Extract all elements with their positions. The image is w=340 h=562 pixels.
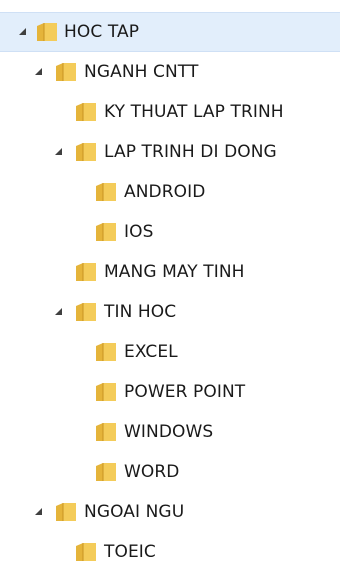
folder-icon [73,540,99,562]
tree-item-ngoai-ngu[interactable]: NGOAI NGU [0,492,340,532]
tree-item-label: POWER POINT [124,382,246,402]
tree-item-label: TOEIC [104,542,156,562]
folder-icon [73,140,99,164]
tree-item-excel[interactable]: EXCEL [0,332,340,372]
tree-item-label: EXCEL [124,342,178,362]
tree-item-label: NGANH CNTT [84,62,199,82]
tree-item-toeic[interactable]: TOEIC [0,532,340,562]
tree-item-hoc-tap[interactable]: HOC TAP [0,12,340,52]
folder-icon [34,20,60,44]
collapse-triangle-icon[interactable] [53,146,65,158]
tree-item-lap-trinh-di-dong[interactable]: LAP TRINH DI DONG [0,132,340,172]
tree-item-word[interactable]: WORD [0,452,340,492]
folder-icon [73,300,99,324]
tree-item-label: HOC TAP [64,22,140,42]
tree-item-power-point[interactable]: POWER POINT [0,372,340,412]
tree-item-android[interactable]: ANDROID [0,172,340,212]
tree-item-ios[interactable]: IOS [0,212,340,252]
folder-icon [93,220,119,244]
tree-item-ky-thuat-lap-trinh[interactable]: KY THUAT LAP TRINH [0,92,340,132]
folder-icon [73,100,99,124]
tree-item-label: ANDROID [124,182,206,202]
folder-icon [53,60,79,84]
tree-item-tin-hoc[interactable]: TIN HOC [0,292,340,332]
collapse-triangle-icon[interactable] [33,66,45,78]
tree-item-windows[interactable]: WINDOWS [0,412,340,452]
tree-item-label: WINDOWS [124,422,214,442]
folder-icon [93,180,119,204]
tree-item-nganh-cntt[interactable]: NGANH CNTT [0,52,340,92]
tree-item-label: IOS [124,222,154,242]
folder-icon [93,340,119,364]
folder-icon [53,500,79,524]
tree-item-label: NGOAI NGU [84,502,185,522]
collapse-triangle-icon[interactable] [17,26,29,38]
folder-tree: HOC TAP NGANH CNTT KY THUAT LAP TRINH LA… [0,0,340,562]
folder-icon [73,260,99,284]
tree-item-mang-may-tinh[interactable]: MANG MAY TINH [0,252,340,292]
tree-item-label: LAP TRINH DI DONG [104,142,277,162]
tree-item-label: KY THUAT LAP TRINH [104,102,284,122]
folder-icon [93,380,119,404]
folder-icon [93,420,119,444]
tree-item-label: WORD [124,462,180,482]
folder-icon [93,460,119,484]
tree-item-label: TIN HOC [104,302,177,322]
tree-item-label: MANG MAY TINH [104,262,245,282]
collapse-triangle-icon[interactable] [53,306,65,318]
collapse-triangle-icon[interactable] [33,506,45,518]
